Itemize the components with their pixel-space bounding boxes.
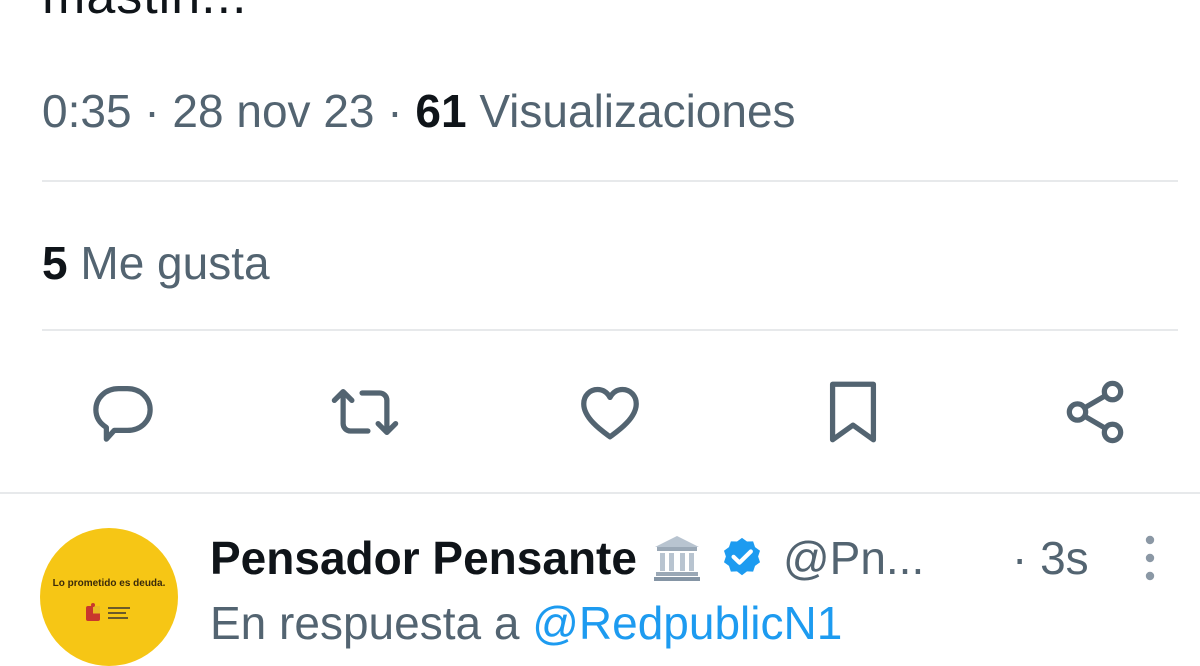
reply-author-row: Pensador Pensante @Pn...: [210, 528, 924, 588]
author-handle[interactable]: @Pn...: [783, 531, 924, 585]
tweet-meta: 0:35 · 28 nov 23 · 61 Visualizaciones: [42, 84, 796, 138]
tweet-text: mastin...: [42, 0, 248, 26]
tweet-date[interactable]: 28 nov 23: [172, 85, 374, 137]
likes-stat[interactable]: 5 Me gusta: [42, 236, 270, 290]
views-label: Visualizaciones: [479, 85, 796, 137]
action-bar: [0, 372, 1200, 452]
section-divider: [0, 492, 1200, 494]
divider: [42, 329, 1178, 331]
avatar-caption: Lo prometido es deuda.: [52, 578, 166, 589]
share-icon: [1066, 380, 1124, 444]
retweet-icon: [331, 388, 399, 436]
author-name[interactable]: Pensador Pensante: [210, 531, 637, 585]
reply-time[interactable]: · 3s: [1012, 528, 1089, 588]
like-icon: [581, 386, 639, 440]
likes-label: Me gusta: [80, 237, 270, 289]
reply-icon: [93, 386, 153, 442]
bookmark-icon: [829, 381, 877, 443]
reply-context: En respuesta a @RedpublicN1: [210, 596, 842, 650]
avatar-text-lines: [108, 607, 130, 619]
coat-of-arms-icon: [86, 603, 100, 621]
retweet-button[interactable]: [325, 372, 405, 452]
more-options-icon[interactable]: [1132, 530, 1168, 586]
bookmark-button[interactable]: [813, 372, 893, 452]
views-count: 61: [415, 85, 467, 137]
likes-count: 5: [42, 237, 68, 289]
reply-mention-link[interactable]: @RedpublicN1: [532, 597, 842, 649]
like-button[interactable]: [570, 372, 650, 452]
share-button[interactable]: [1055, 372, 1135, 452]
meta-separator: ·: [387, 85, 403, 137]
reply-button[interactable]: [83, 372, 163, 452]
divider: [42, 180, 1178, 182]
verified-badge-icon: [723, 537, 760, 576]
meta-separator: ·: [144, 85, 160, 137]
tweet-time[interactable]: 0:35: [42, 85, 132, 137]
classical-building-icon: [653, 536, 700, 581]
avatar[interactable]: Lo prometido es deuda.: [40, 528, 178, 666]
reply-prefix: En respuesta a: [210, 597, 520, 649]
